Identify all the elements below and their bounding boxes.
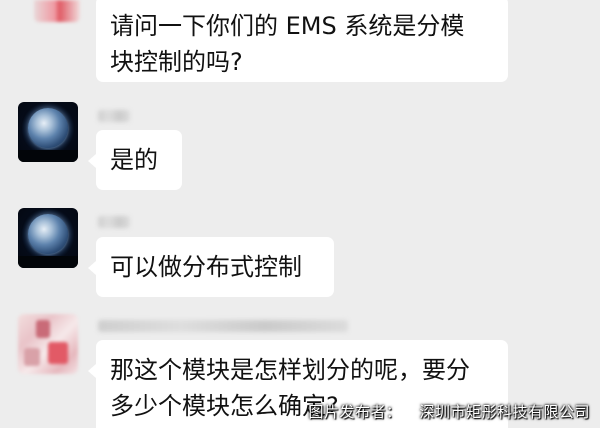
avatar-ground — [18, 256, 78, 268]
blurred-avatar[interactable] — [18, 314, 78, 374]
message-bubble-1[interactable]: 请问一下你们的 EMS 系统是分模 块控制的吗? — [96, 0, 508, 82]
earth-globe-icon — [28, 214, 68, 254]
earth-avatar[interactable] — [18, 208, 78, 268]
avatar-blurred-top[interactable] — [34, 0, 80, 22]
sender-name-blurred — [98, 320, 348, 332]
message-2-line-1: 是的 — [110, 146, 158, 174]
avatar-blur-spot — [24, 348, 40, 366]
message-bubble-2[interactable]: 是的 — [88, 130, 182, 190]
message-1-line-2: 块控制的吗? — [110, 48, 243, 76]
earth-avatar[interactable] — [18, 102, 78, 162]
earth-globe-icon — [28, 108, 68, 148]
avatar-blur-spot — [48, 342, 68, 364]
message-1-line-1: 请问一下你们的 EMS 系统是分模 — [110, 12, 465, 40]
watermark-company: 深圳市矩彤科技有限公司 — [419, 403, 590, 421]
avatar-blur-spot — [36, 320, 50, 338]
publisher-watermark: 图片发布者： 深圳市矩彤科技有限公司 — [308, 401, 590, 422]
chat-window: 请问一下你们的 EMS 系统是分模 块控制的吗? 是的 可以做分布式控制 那这个… — [0, 0, 600, 428]
sender-name-blurred — [98, 216, 130, 228]
watermark-label: 图片发布者： — [308, 403, 402, 421]
message-4-line-1: 那这个模块是怎样划分的呢，要分 — [110, 356, 470, 384]
message-3-line-1: 可以做分布式控制 — [110, 253, 302, 281]
sender-name-blurred — [98, 110, 130, 122]
message-bubble-3[interactable]: 可以做分布式控制 — [88, 237, 334, 297]
avatar-ground — [18, 150, 78, 162]
